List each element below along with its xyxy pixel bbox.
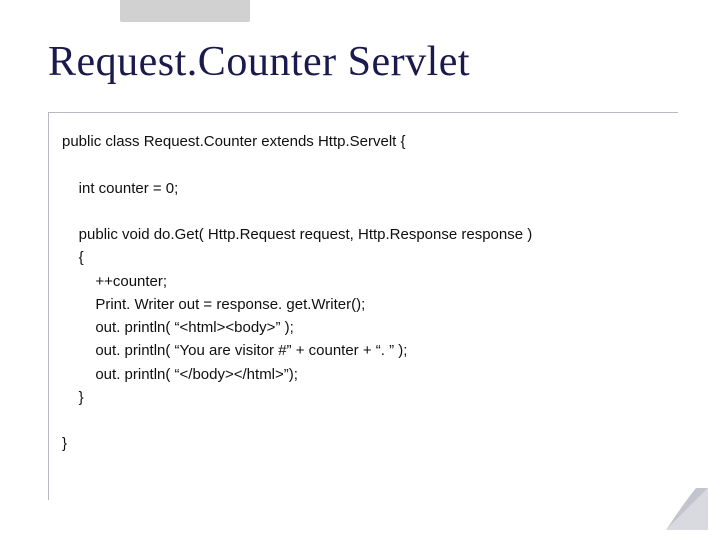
code-line: int counter = 0; [62, 180, 178, 197]
code-line: out. println( “</body></html>”); [62, 366, 298, 383]
page-curl-icon [666, 488, 708, 530]
code-line: Print. Writer out = response. get.Writer… [62, 296, 365, 313]
code-line: { [62, 249, 84, 266]
code-line: public void do.Get( Http.Request request… [62, 226, 532, 243]
code-line: public class Request.Counter extends Htt… [62, 133, 406, 150]
code-line: ++counter; [62, 273, 167, 290]
slide: Request.Counter Servlet public class Req… [0, 0, 720, 540]
divider-vertical [48, 112, 49, 500]
code-line: out. println( “<html><body>” ); [62, 319, 294, 336]
code-block: public class Request.Counter extends Htt… [62, 130, 532, 456]
divider-horizontal [48, 112, 678, 113]
code-line: } [62, 435, 67, 452]
header-accent-shadow [120, 0, 250, 22]
slide-title: Request.Counter Servlet [48, 38, 470, 86]
code-line: out. println( “You are visitor #” + coun… [62, 342, 407, 359]
code-line: } [62, 389, 84, 406]
